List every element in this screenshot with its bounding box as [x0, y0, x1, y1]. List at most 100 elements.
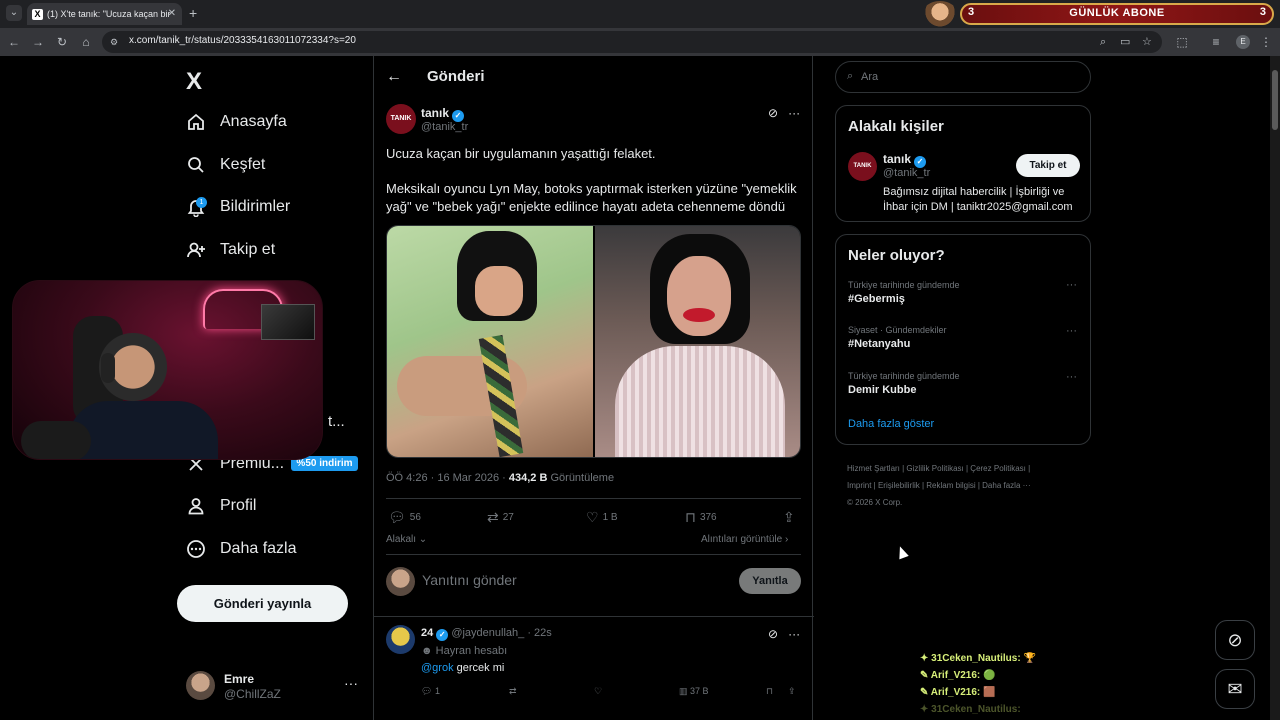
like-icon: ♡: [594, 686, 603, 696]
x-logo[interactable]: X: [186, 68, 202, 96]
chat-text: 🏆: [1023, 653, 1036, 664]
site-info-icon[interactable]: ⚙: [110, 36, 122, 48]
show-more-link[interactable]: Daha fazla göster: [848, 418, 934, 430]
trend-more-icon[interactable]: ···: [1066, 371, 1077, 383]
daily-subscriber-banner: 3 GÜNLÜK ABONE 3: [960, 3, 1274, 25]
nav-item-partial[interactable]: t...: [328, 407, 345, 435]
post-header-actions: ⊘ ···: [768, 106, 800, 120]
reply-like-button[interactable]: ♡: [594, 686, 602, 697]
account-more-icon[interactable]: ···: [344, 675, 358, 691]
search-box[interactable]: ⌕ Ara: [835, 61, 1091, 93]
repost-stat[interactable]: ⇄ 27: [487, 509, 514, 526]
reply-text: @grok gercek mi: [421, 662, 504, 674]
nav-item-explore[interactable]: Keşfet: [186, 151, 265, 179]
search-input[interactable]: Ara: [861, 71, 878, 83]
reply-bookmark-button[interactable]: ⊓: [766, 686, 773, 697]
author-handle[interactable]: @tanik_tr: [421, 121, 468, 133]
scrollbar-thumb[interactable]: [1272, 70, 1278, 130]
footer-line[interactable]: Imprint | Erişilebilirlik | Reklam bilgi…: [847, 477, 1087, 494]
nav-item-home[interactable]: Anasayfa: [186, 108, 287, 136]
trend-item[interactable]: #Gebermiş: [848, 293, 905, 305]
back-arrow-icon[interactable]: ←: [386, 68, 402, 86]
like-stat[interactable]: ♡ 1 B: [586, 509, 618, 526]
follow-button[interactable]: Takip et: [1016, 154, 1080, 177]
bookmark-stat[interactable]: ⊓ 376: [685, 509, 717, 526]
trend-item[interactable]: #Netanyahu: [848, 338, 910, 350]
nav-item-more[interactable]: Daha fazla: [186, 535, 297, 563]
messages-fab-icon[interactable]: ✉: [1215, 669, 1255, 709]
related-people-title: Alakalı kişiler: [848, 118, 944, 135]
reply-author-avatar[interactable]: [386, 625, 415, 654]
tab-search-chevron-icon[interactable]: ⌄: [6, 5, 22, 21]
fan-label-text: Hayran hesabı: [435, 645, 508, 657]
copyright: © 2026 X Corp.: [847, 498, 903, 507]
post-compose-button[interactable]: Gönderi yayınla: [177, 585, 348, 622]
post-text-line-1: Ucuza kaçan bir uygulamanın yaşattığı fe…: [386, 146, 656, 161]
related-person-name[interactable]: tanık ✓: [883, 152, 927, 168]
bookmark-star-icon[interactable]: ☆: [1142, 34, 1152, 50]
grok-fab-icon[interactable]: ⊘: [1215, 620, 1255, 660]
reply-reply-count: 1: [434, 686, 440, 696]
tab-close-icon[interactable]: ✕: [168, 3, 176, 25]
reply-repost-button[interactable]: ⇄: [509, 686, 517, 697]
mask-icon: ☻: [421, 645, 433, 657]
trend-item[interactable]: Demir Kubbe: [848, 384, 916, 396]
post-media[interactable]: [386, 225, 801, 458]
media-controls-icon[interactable]: ≡: [1208, 34, 1224, 50]
share-button[interactable]: ⇪: [783, 509, 795, 526]
reply-button[interactable]: Yanıtla: [739, 568, 801, 594]
address-bar[interactable]: ⚙ x.com/tanik_tr/status/2033354163011072…: [102, 31, 1162, 53]
back-icon[interactable]: ←: [6, 34, 22, 50]
reply-time: 22s: [534, 627, 552, 639]
reply-more-icon[interactable]: ···: [788, 627, 800, 641]
extensions-icon[interactable]: ⬚: [1174, 34, 1190, 50]
view-count: 434,2 B: [508, 472, 548, 484]
chat-text: 🟢: [983, 670, 996, 681]
media-photo-before[interactable]: [387, 226, 593, 457]
notification-badge: 1: [196, 197, 207, 208]
new-tab-plus-icon[interactable]: +: [189, 5, 197, 21]
nav-item-follow[interactable]: Takip et: [186, 236, 275, 264]
reply-input[interactable]: Yanıtını gönder: [422, 572, 517, 588]
reply-author[interactable]: 24 ✓ @jaydenullah_ · 22s: [421, 627, 552, 641]
author-name[interactable]: tanık ✓: [421, 106, 465, 122]
nav-item-profile[interactable]: Profil: [186, 492, 256, 520]
author-avatar[interactable]: TANIK: [386, 104, 416, 134]
post-more-icon[interactable]: ···: [788, 106, 800, 120]
browser-profile-avatar[interactable]: E: [1236, 35, 1250, 49]
reload-icon[interactable]: ↻: [54, 34, 70, 50]
reply-views-stat[interactable]: ▥ 37 B: [679, 686, 709, 697]
photo-dress: [615, 346, 785, 457]
reply-stat[interactable]: 💬︎ 56: [388, 509, 421, 526]
related-person-bio: Bağımsız dijital habercilik | İşbirliği …: [883, 186, 1073, 213]
home-browser-icon[interactable]: ⌂: [78, 34, 94, 50]
trend-more-icon[interactable]: ···: [1066, 279, 1077, 291]
analytics-icon: ▥: [679, 686, 688, 696]
related-person-handle[interactable]: @tanik_tr: [883, 167, 930, 179]
mention-link[interactable]: @grok: [421, 662, 454, 674]
webcam-overlay: [12, 280, 323, 460]
nav-item-notifications[interactable]: 1 Bildirimler: [186, 193, 290, 221]
forward-icon[interactable]: →: [30, 34, 46, 50]
repost-icon: ⇄: [509, 686, 517, 696]
page-scrollbar[interactable]: [1270, 56, 1280, 720]
account-handle: @ChillZaZ: [224, 687, 281, 701]
media-photo-after[interactable]: [595, 226, 800, 457]
grok-icon[interactable]: ⊘: [768, 106, 778, 120]
reply-share-button[interactable]: ⇪: [788, 686, 796, 697]
reply-header-actions: ⊘ ···: [768, 627, 800, 641]
trend-more-icon[interactable]: ···: [1066, 325, 1077, 337]
browser-menu-icon[interactable]: ⋮: [1258, 34, 1274, 50]
related-person-avatar[interactable]: TANIK: [848, 152, 877, 181]
grok-icon[interactable]: ⊘: [768, 627, 778, 641]
post-text-line-2: Meksikalı oyuncu Lyn May, botoks yaptırm…: [386, 181, 797, 214]
browser-tab[interactable]: X (1) X'te tanık: "Ucuza kaçan bir ✕: [27, 3, 182, 25]
related-sort-dropdown[interactable]: Alakalı ⌄: [386, 534, 427, 545]
zoom-icon[interactable]: ⌕: [1100, 34, 1106, 50]
chat-user: 31Ceken_Nautilus:: [931, 704, 1021, 715]
footer-line[interactable]: Hizmet Şartları | Gizlilik Politikası | …: [847, 460, 1087, 477]
install-app-icon[interactable]: ▭: [1120, 34, 1130, 50]
reply-reply-stat[interactable]: 💬︎ 1: [421, 686, 440, 697]
follow-icon: [186, 240, 206, 260]
view-quotes-link[interactable]: Alıntıları görüntüle ›: [701, 534, 788, 545]
